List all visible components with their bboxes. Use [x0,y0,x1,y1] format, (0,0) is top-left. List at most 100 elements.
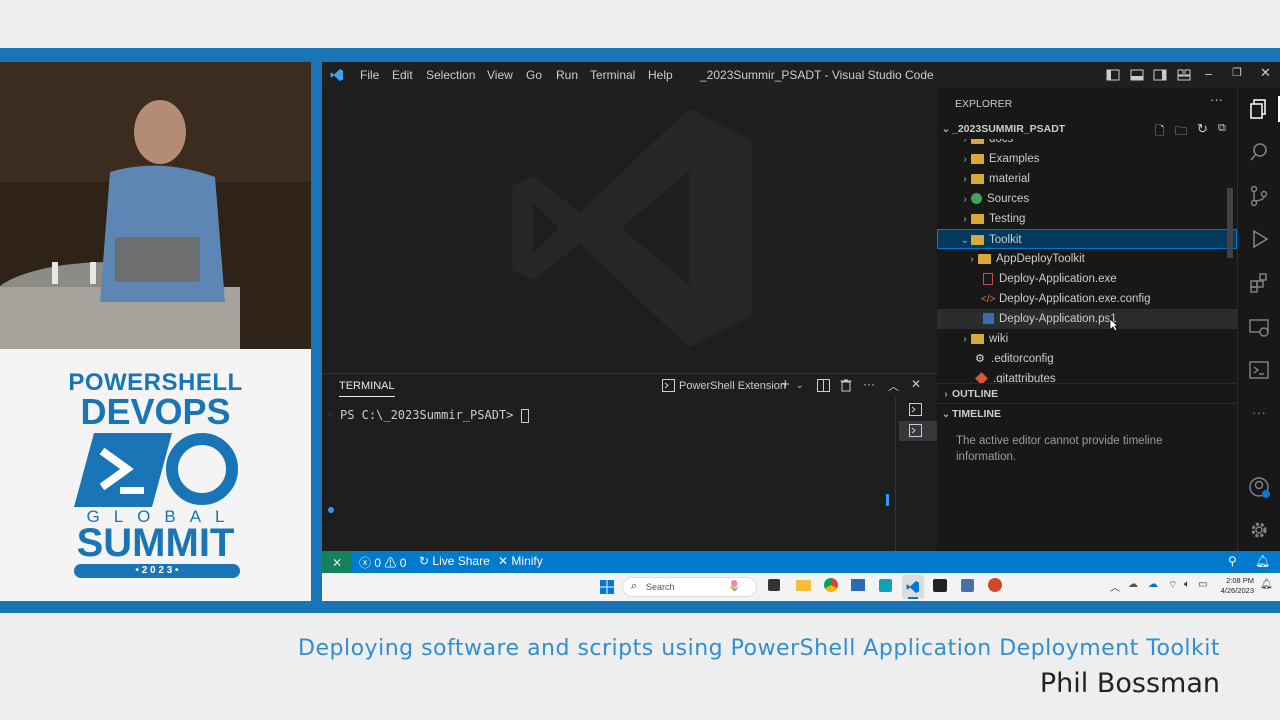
problems-indicator[interactable]: ⓧ 0 ⚠ 0 [359,554,406,571]
store-icon[interactable] [879,579,892,592]
toggle-panel-icon[interactable] [1130,68,1144,82]
minify-button[interactable]: ✕ Minify [498,554,543,568]
chrome-icon[interactable] [824,578,838,592]
prompt-text: PS C:\_2023Summir_PSADT> [340,408,521,422]
explorer-files-icon[interactable] [1248,98,1270,120]
menu-help[interactable]: Help [648,68,673,82]
toggle-secondary-sidebar-icon[interactable] [1153,68,1167,82]
tree-item-deploy-ps1[interactable]: Deploy-Application.ps1 [937,309,1237,329]
menu-run[interactable]: Run [556,68,578,82]
tree-item-material[interactable]: › material [937,169,1237,189]
terminal-prompt[interactable]: PS C:\_2023Summir_PSADT> [340,408,529,423]
tree-item-deploy-exe[interactable]: Deploy-Application.exe [937,269,1237,289]
warning-icon: ⚠ [384,556,397,570]
tree-item-deploy-config[interactable]: </> Deploy-Application.exe.config [937,289,1237,309]
timeline-section[interactable]: ⌄ TIMELINE [937,403,1237,423]
tree-item-gitattributes[interactable]: .gitattributes [937,369,1237,383]
powershell-icon[interactable] [1248,359,1270,381]
close-window-icon[interactable]: ✕ [1260,65,1271,81]
customize-layout-icon[interactable] [1177,68,1191,82]
menu-go[interactable]: Go [526,68,542,82]
terminal-instance-active[interactable] [899,421,937,441]
accounts-icon[interactable] [1248,476,1270,498]
error-icon: ⓧ [359,556,372,570]
chevron-down-icon: ⌄ [941,124,951,135]
file-explorer-icon[interactable] [796,580,811,591]
explorer-more-icon[interactable]: ··· [1210,92,1223,107]
search-icon[interactable] [1248,141,1270,163]
minify-label: Minify [511,554,543,568]
explorer-scrollbar[interactable] [1227,188,1233,258]
menu-terminal[interactable]: Terminal [590,68,635,82]
vscode-taskbar-icon[interactable] [902,575,924,599]
remote-indicator-icon[interactable]: ⨯ [322,551,352,573]
folder-open-icon [971,234,984,245]
volume-icon[interactable]: 🔈︎ [1184,579,1190,590]
cloud-icon[interactable]: ☁ [1128,579,1138,590]
taskbar-clock[interactable]: 2:08 PM 4/26/2023 [1210,576,1254,596]
tree-item-testing[interactable]: › Testing [937,209,1237,229]
terminal-instance-icon-active [909,424,922,437]
tree-item-editorconfig[interactable]: ⚙ .editorconfig [937,349,1237,369]
menu-view[interactable]: View [487,68,513,82]
windows-start-icon[interactable] [600,580,614,594]
terminal-shell-name[interactable]: PowerShell Extension [679,380,786,392]
trash-icon[interactable] [840,379,852,392]
terminal-shell-icon [662,379,675,392]
tree-item-examples[interactable]: › Examples [937,149,1237,169]
remote-desktop-icon[interactable] [961,579,974,592]
chevron-down-icon[interactable]: ⌄ [796,380,804,391]
close-panel-icon[interactable]: ✕ [911,377,921,391]
pin-icon[interactable]: ⚲ [1228,554,1237,568]
split-terminal-icon[interactable] [817,379,830,392]
run-debug-icon[interactable] [1248,228,1270,250]
editor-area[interactable] [322,88,937,373]
chevron-right-icon: › [963,154,967,165]
tab-terminal[interactable]: TERMINAL [339,380,395,397]
wifi-icon[interactable]: ⌔ [1168,579,1177,592]
minimize-icon[interactable]: – [1205,66,1212,81]
menu-selection[interactable]: Selection [426,68,475,82]
file-tree: › docs › Examples › material › Sources › Test… [937,139,1237,383]
taskbar-search-box[interactable]: ⌕ Search 🌷 [622,577,757,597]
toggle-primary-sidebar-icon[interactable] [1106,68,1120,82]
tray-chevron-up-icon[interactable]: ︿ [1110,579,1120,594]
remote-explorer-icon[interactable] [1248,316,1270,338]
new-terminal-icon[interactable]: + [781,376,790,393]
tree-item-label: AppDeployToolkit [996,253,1085,265]
collapse-all-icon[interactable]: ⧉ [1218,122,1226,135]
terminal-scroll-marker [886,494,889,506]
tree-item-docs[interactable]: › docs [937,139,1237,149]
task-view-icon[interactable] [768,579,780,591]
tree-item-wiki[interactable]: › wiki [937,329,1237,349]
extensions-icon[interactable] [1248,272,1270,294]
notification-icon[interactable]: 🔔︎ [1260,579,1273,590]
restore-icon[interactable]: ❐ [1232,66,1242,79]
menu-edit[interactable]: Edit [392,68,413,82]
tree-item-sources[interactable]: › Sources [937,189,1237,209]
battery-icon[interactable]: ▭ [1198,579,1207,590]
more-views-icon[interactable]: ··· [1248,401,1270,423]
live-share-button[interactable]: ↻ Live Share [419,554,490,568]
outline-section[interactable]: › OUTLINE [937,383,1237,403]
workspace-root[interactable]: ⌄ _2023SUMMIR_PSADT [937,119,1237,139]
refresh-icon[interactable]: ↻ [1197,121,1208,137]
chevron-right-icon: › [944,389,948,400]
chevron-right-icon: › [963,214,967,225]
maximize-panel-icon[interactable]: ︿ [888,378,899,394]
onedrive-icon[interactable]: ☁ [1148,579,1158,590]
gear-icon[interactable] [1248,519,1270,541]
vscode-taskbar-logo-icon [906,581,919,593]
powerpoint-icon[interactable] [988,578,1002,592]
tree-item-toolkit[interactable]: ⌄ Toolkit [937,229,1237,249]
terminal-decoration-icon: ○ [328,410,333,419]
more-actions-icon[interactable]: ··· [863,377,875,391]
menu-file[interactable]: File [360,68,379,82]
powershell-taskbar-icon[interactable] [851,579,865,591]
tree-item-label: material [989,173,1030,185]
notifications-bell-icon[interactable]: 🔔︎ [1255,554,1270,568]
tree-item-appdeploytoolkit[interactable]: › AppDeployToolkit [937,249,1237,269]
source-control-icon[interactable] [1248,185,1270,207]
terminal-taskbar-icon[interactable] [933,579,947,592]
terminal-instance-icon[interactable] [909,403,922,416]
